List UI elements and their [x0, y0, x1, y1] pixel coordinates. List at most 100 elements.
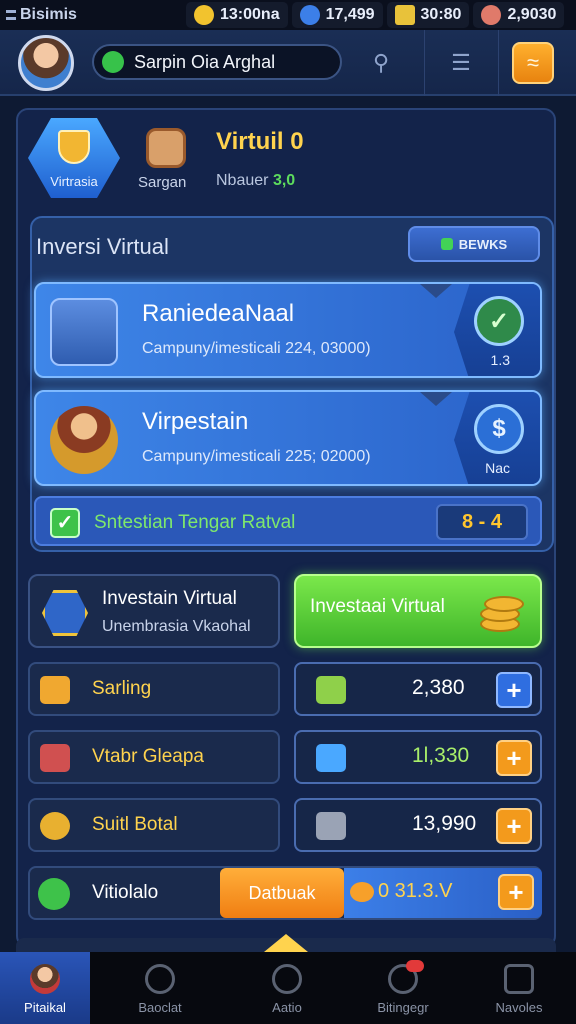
invest-button-label: Investaai Virtual	[310, 596, 445, 617]
add-button[interactable]: +	[496, 740, 532, 776]
resource-row-label: Vtabr Gleapa	[28, 730, 280, 784]
player-name-pill[interactable]: Sarpin Oia Arghal	[92, 44, 342, 80]
hammer-icon	[40, 676, 70, 704]
menu-button[interactable]: ≈	[512, 42, 554, 84]
slot-title: Virpestain	[142, 408, 249, 435]
slot-side-value: 1.3	[490, 352, 510, 368]
search-button[interactable]: ⚲	[360, 42, 402, 84]
checkbox[interactable]: ✓	[50, 508, 80, 538]
daily-label: Vitiolalo	[92, 882, 159, 903]
invest-info-subtitle: Unembrasia Vkaohal	[102, 618, 251, 635]
resource-row-value: 13,990 +	[294, 798, 542, 852]
resource-gears[interactable]: 17,499	[291, 2, 383, 28]
resource-label: Vtabr Gleapa	[92, 746, 204, 767]
nav-label: Baoclat	[138, 1000, 182, 1015]
slot-subtitle: Campuny/imesticali 224, 03000)	[142, 340, 371, 357]
bonus-row-text: Sntestian Tengar Ratval	[94, 512, 296, 533]
bag-label: Sargan	[138, 174, 187, 191]
slot-title: RaniedeaNaal	[142, 300, 295, 327]
coins-stack-icon	[476, 590, 524, 634]
cube-icon	[42, 590, 88, 636]
add-button[interactable]: +	[496, 672, 532, 708]
gems-value: 2,9030	[507, 6, 557, 23]
daily-row: Vitiolalo Datbuak 0 31.3.V +	[28, 866, 542, 920]
shield-icon	[58, 130, 90, 164]
resource-row-value: 2,380 +	[294, 662, 542, 716]
resource-row-value: 1l,330 +	[294, 730, 542, 784]
rank-badge[interactable]: Virtrasia	[28, 118, 120, 198]
divider	[498, 30, 499, 96]
invest-button[interactable]: Investaai Virtual	[294, 574, 542, 648]
resource-keys[interactable]: 30:80	[386, 2, 470, 28]
share-icon: ☰	[451, 50, 471, 75]
corner-marker	[420, 284, 452, 298]
dollar-icon: $	[474, 404, 524, 454]
notification-badge	[406, 960, 424, 972]
resource-coins[interactable]: 13:00na	[186, 2, 288, 28]
coins-value: 13:00na	[220, 6, 280, 23]
hero-sub-label: Nbauer	[216, 172, 269, 189]
play-icon	[272, 964, 302, 994]
bonus-row[interactable]: ✓ Sntestian Tengar Ratval 8 - 4	[34, 496, 542, 546]
bonus-counter[interactable]: 8 - 4	[436, 504, 528, 540]
expand-caret-icon[interactable]	[264, 934, 308, 952]
invest-info-title: Investain Virtual	[102, 588, 237, 609]
corner-marker	[420, 392, 452, 406]
nav-item-play[interactable]: Aatio	[230, 952, 344, 1024]
gear-icon	[299, 5, 320, 25]
daily-value-box: 0 31.3.V +	[344, 868, 542, 918]
invest-info-button[interactable]: Investain Virtual Unembrasia Vkaohal	[28, 574, 280, 648]
nav-label: Navoles	[495, 1000, 543, 1015]
gem-icon	[481, 5, 502, 25]
slot-subtitle: Campuny/imesticali 225; 02000)	[142, 448, 371, 465]
resource-gems[interactable]: 2,9030	[473, 2, 565, 28]
key-icon	[38, 878, 70, 910]
nav-item-more[interactable]: Navoles	[462, 952, 576, 1024]
bag-item[interactable]: Sargan	[138, 128, 198, 191]
daily-button[interactable]: Datbuak	[220, 868, 344, 918]
avatar[interactable]	[18, 35, 74, 91]
box-icon	[504, 964, 534, 994]
nav-label: Bitingegr	[377, 1000, 429, 1015]
resource-value: 13,990	[412, 812, 477, 835]
keys-value: 30:80	[420, 6, 462, 23]
nav-item-base[interactable]: Baoclat	[90, 952, 230, 1024]
add-button[interactable]: +	[496, 808, 532, 844]
bottom-nav: Pitaikal Baoclat Aatio Bitingegr Navoles	[0, 952, 576, 1024]
resource-row-label: Suitl Botal	[28, 798, 280, 852]
brand: Bisimis	[6, 6, 186, 24]
resource-row-label: Sarling	[28, 662, 280, 716]
hero-subtitle: Nbauer 3,0	[216, 172, 295, 190]
hero-title: Virtuil 0	[216, 128, 304, 155]
resource-label: Suitl Botal	[92, 814, 178, 835]
crystal-icon	[316, 744, 346, 772]
daily-value: 0 31.3.V	[378, 880, 453, 902]
key-icon	[394, 5, 415, 25]
check-badge-icon: ✓	[474, 296, 524, 346]
base-icon	[145, 964, 175, 994]
search-icon: ⚲	[372, 50, 390, 75]
nav-item-settings[interactable]: Bitingegr	[344, 952, 462, 1024]
profile-header: Sarpin Oia Arghal ⚲ ☰ ≈	[0, 30, 576, 96]
link-icon	[316, 676, 346, 704]
share-button[interactable]: ☰	[440, 42, 482, 84]
investment-title: Inversi Virtual	[36, 234, 169, 259]
avatar-icon	[30, 964, 60, 994]
resource-label: Sarling	[92, 678, 152, 699]
investment-slot[interactable]: RaniedeaNaal Campuny/imesticali 224, 030…	[34, 282, 542, 378]
nav-item-profile[interactable]: Pitaikal	[0, 952, 90, 1024]
divider	[424, 30, 425, 96]
investment-slot[interactable]: Virpestain Campuny/imesticali 225; 02000…	[34, 390, 542, 486]
online-status-icon	[102, 51, 124, 73]
toolbox-icon	[40, 744, 70, 772]
menu-icon: ≈	[526, 50, 540, 75]
resource-value: 1l,330	[412, 744, 470, 767]
resource-bar: Bisimis 13:00na 17,499 30:80 2,9030	[0, 0, 576, 30]
brand-label: Bisimis	[20, 6, 77, 23]
bag-icon	[146, 128, 186, 168]
bonus-button[interactable]: BEWKS	[408, 226, 540, 262]
rank-label: Virtrasia	[50, 174, 98, 189]
coin-icon	[194, 5, 214, 25]
bonus-button-label: BEWKS	[458, 236, 508, 252]
add-button[interactable]: +	[498, 874, 534, 910]
